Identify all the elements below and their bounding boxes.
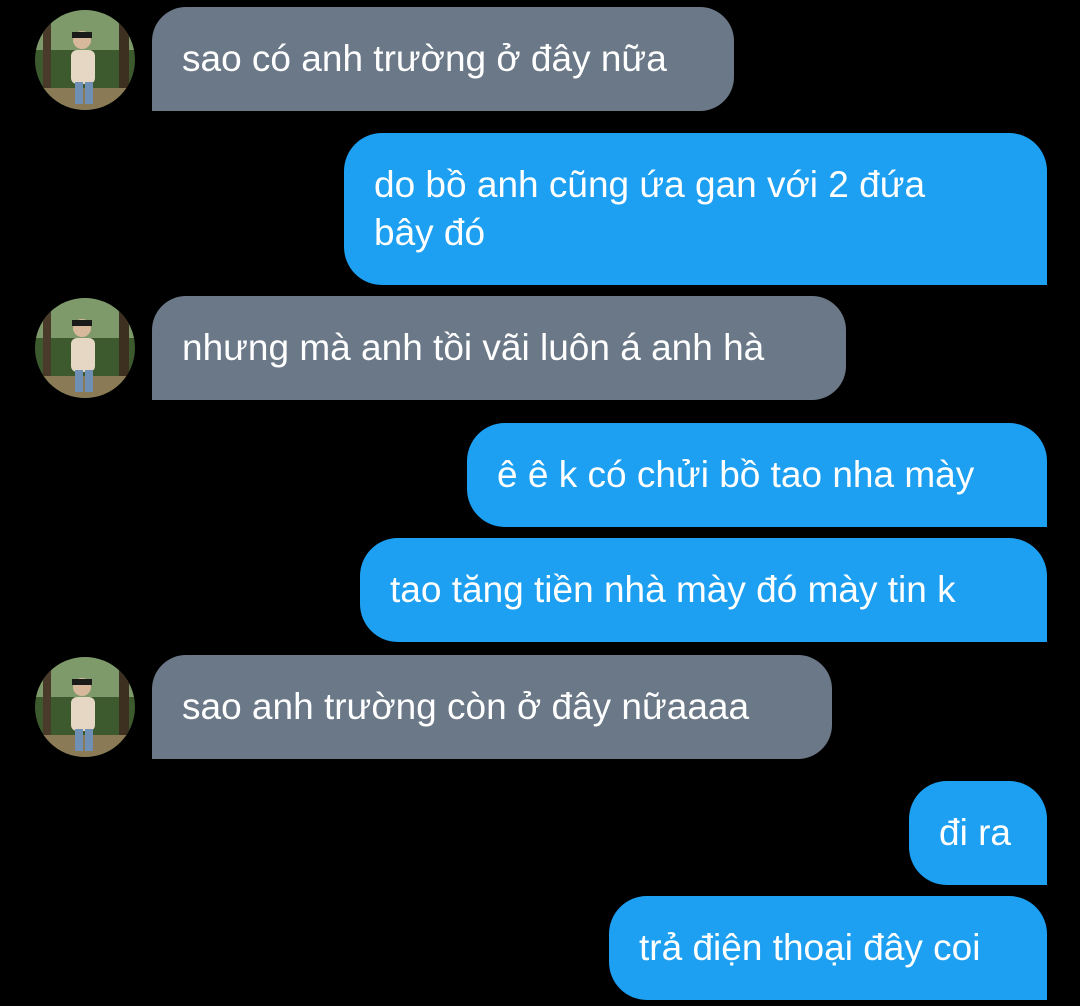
message-bubble-sent[interactable]: do bồ anh cũng ứa gan với 2 đứa bây đó [344, 133, 1047, 285]
message-bubble-received[interactable]: sao anh trường còn ở đây nữaaaa [152, 655, 832, 759]
avatar-photo-icon [35, 657, 135, 757]
avatar-photo-icon [35, 10, 135, 110]
message-bubble-sent[interactable]: ê ê k có chửi bồ tao nha mày [467, 423, 1047, 527]
message-bubble-received[interactable]: sao có anh trường ở đây nữa [152, 7, 734, 111]
message-bubble-sent[interactable]: tao tăng tiền nhà mày đó mày tin k [360, 538, 1047, 642]
avatar-photo-icon [35, 298, 135, 398]
message-bubble-received[interactable]: nhưng mà anh tồi vãi luôn á anh hà [152, 296, 846, 400]
contact-avatar[interactable] [35, 10, 135, 110]
message-bubble-sent[interactable]: trả điện thoại đây coi [609, 896, 1047, 1000]
contact-avatar[interactable] [35, 298, 135, 398]
message-bubble-sent[interactable]: đi ra [909, 781, 1047, 885]
contact-avatar[interactable] [35, 657, 135, 757]
